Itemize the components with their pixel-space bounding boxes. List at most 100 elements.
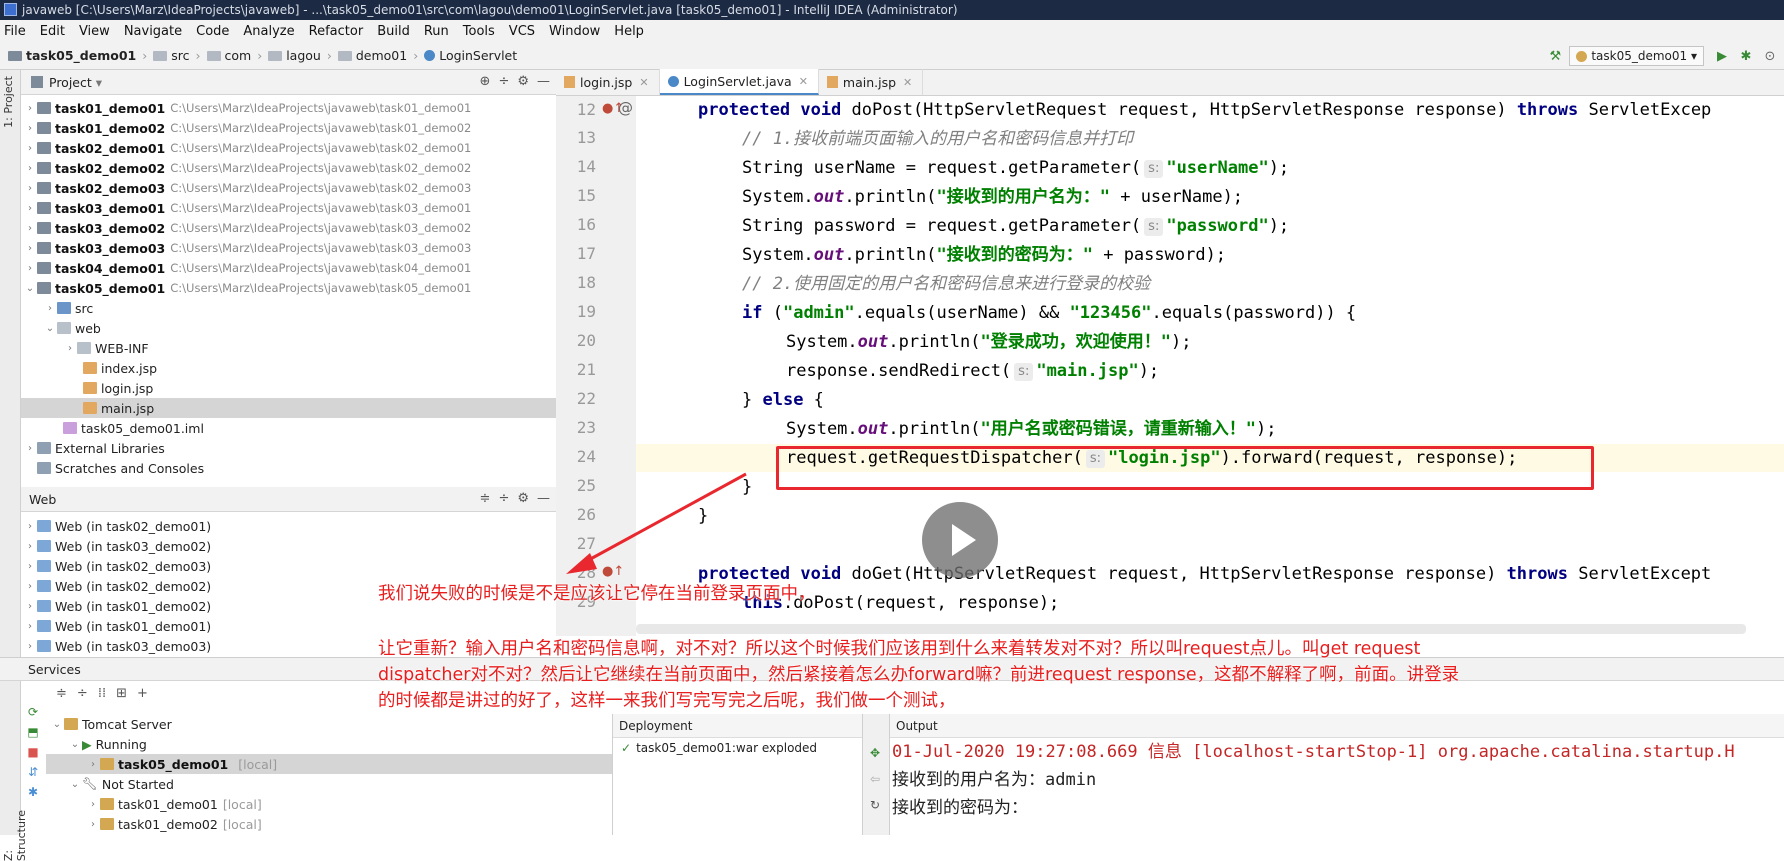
service-item-tomcat[interactable]: ⌄ Tomcat Server <box>46 714 612 734</box>
param-hint: s: <box>1014 363 1034 381</box>
tree-item-module[interactable]: › task01_demo01 C:\Users\Marz\IdeaProjects… <box>21 98 556 118</box>
tree-item-module[interactable]: › task03_demo02 C:\Users\Marz\IdeaProjects… <box>21 218 556 238</box>
tree-item-src[interactable]: › src <box>21 298 556 318</box>
close-icon[interactable]: ✕ <box>639 76 648 89</box>
refresh-icon[interactable]: ↻ <box>870 798 880 812</box>
menu-view[interactable]: View <box>79 24 110 39</box>
breadcrumb-item[interactable]: lagou › <box>268 48 332 63</box>
menu-window[interactable]: Window <box>549 24 600 39</box>
menu-build[interactable]: Build <box>377 24 410 39</box>
collapse-icon[interactable]: ÷ <box>498 491 509 506</box>
expand-all-icon[interactable]: ≑ <box>56 686 67 701</box>
code-line: String userName = request.getParameter(s… <box>742 158 1290 178</box>
stop-icon[interactable]: ■ <box>27 745 38 759</box>
web-icon <box>37 620 51 632</box>
tree-item-module[interactable]: ⌄ task05_demo01 C:\Users\Marz\IdeaProjects… <box>21 278 556 298</box>
editor-gutter: 12 ●↑ @ 13 14 15 16 17 18 19 20 21 22 23… <box>556 96 636 636</box>
web-tree-item[interactable]: › Web (in task02_demo03) <box>21 556 556 576</box>
param-hint: s: <box>1144 160 1164 178</box>
coverage-icon[interactable]: ⊙ <box>1760 46 1780 66</box>
video-play-button[interactable] <box>922 502 998 578</box>
tree-item-module[interactable]: › task02_demo01 C:\Users\Marz\IdeaProjects… <box>21 138 556 158</box>
deployment-item[interactable]: ✓ task05_demo01:war exploded <box>613 738 862 758</box>
menu-vcs[interactable]: VCS <box>509 24 535 39</box>
minimize-icon[interactable]: — <box>537 74 550 89</box>
filter-icon[interactable]: ⊞ <box>116 686 127 701</box>
add-icon[interactable]: + <box>137 686 148 701</box>
menu-refactor[interactable]: Refactor <box>309 24 364 39</box>
update-icon[interactable]: ⇵ <box>28 765 38 779</box>
debug-icon[interactable]: ✱ <box>28 785 38 799</box>
gear-icon[interactable]: ⚙ <box>517 491 529 506</box>
build-hammer-icon[interactable]: ⚒ <box>1545 46 1565 66</box>
tomcat-icon <box>100 798 114 810</box>
breadcrumb-item[interactable]: demo01 › <box>337 48 418 63</box>
service-item-selected[interactable]: › task05_demo01 [local] <box>46 754 612 774</box>
scratches-icon <box>37 462 51 474</box>
project-tool-tab[interactable]: 1: Project <box>2 76 15 128</box>
run-config-select[interactable]: task05_demo01 ▾ <box>1569 46 1704 66</box>
editor-scrollbar[interactable] <box>636 624 1746 634</box>
jsp-file-icon <box>826 76 838 88</box>
breadcrumb-item[interactable]: LoginServlet <box>424 48 517 63</box>
tree-item-module[interactable]: › task01_demo02 C:\Users\Marz\IdeaProjects… <box>21 118 556 138</box>
undeploy-icon[interactable]: ⇦ <box>870 772 880 786</box>
menu-edit[interactable]: Edit <box>40 24 65 39</box>
web-tree-item[interactable]: › Web (in task01_demo01) <box>21 616 556 636</box>
chevron-down-icon[interactable]: ▾ <box>96 75 102 90</box>
tree-item-web[interactable]: ⌄ web <box>21 318 556 338</box>
menu-file[interactable]: File <box>4 24 26 39</box>
gear-icon[interactable]: ⚙ <box>517 74 529 89</box>
service-item-running[interactable]: ⌄ ▶ Running <box>46 734 612 754</box>
deploy-arrow-icon[interactable]: ✥ <box>870 746 880 760</box>
tree-item-module[interactable]: › task03_demo01 C:\Users\Marz\IdeaProjects… <box>21 198 556 218</box>
code-editor[interactable]: protected void doPost(HttpServletRequest… <box>636 96 1784 636</box>
intellij-app-icon <box>4 3 17 16</box>
menu-analyze[interactable]: Analyze <box>243 24 294 39</box>
breadcrumb-item[interactable]: src › <box>153 48 201 63</box>
locate-icon[interactable]: ⊕ <box>480 74 491 89</box>
minimize-icon[interactable]: — <box>537 491 550 506</box>
collapse-icon[interactable]: ÷ <box>498 74 509 89</box>
project-panel-title[interactable]: Project <box>49 75 92 90</box>
module-icon <box>37 262 51 274</box>
collapse-icon[interactable]: ÷ <box>77 686 88 701</box>
tree-item-file[interactable]: task05_demo01.iml <box>21 418 556 438</box>
tab-main-jsp[interactable]: main.jsp ✕ <box>819 69 924 95</box>
breadcrumb-item[interactable]: task05_demo01 › <box>8 48 147 63</box>
menu-navigate[interactable]: Navigate <box>124 24 182 39</box>
breadcrumb-item[interactable]: com › <box>206 48 262 63</box>
tree-item-file[interactable]: index.jsp <box>21 358 556 378</box>
tree-item-module[interactable]: › task03_demo03 C:\Users\Marz\IdeaProjects… <box>21 238 556 258</box>
menu-tools[interactable]: Tools <box>463 24 495 39</box>
service-item[interactable]: › task01_demo02 [local] <box>46 814 612 834</box>
close-icon[interactable]: ✕ <box>903 76 912 89</box>
tree-item-module[interactable]: › task02_demo02 C:\Users\Marz\IdeaProjects… <box>21 158 556 178</box>
menu-run[interactable]: Run <box>424 24 449 39</box>
tree-item-file[interactable]: login.jsp <box>21 378 556 398</box>
menu-code[interactable]: Code <box>196 24 229 39</box>
tree-item-module[interactable]: › task04_demo01 C:\Users\Marz\IdeaProjects… <box>21 258 556 278</box>
rerun-icon[interactable]: ⟳ <box>28 705 38 719</box>
deploy-icon[interactable]: ⬒ <box>27 725 38 739</box>
tree-item-file-selected[interactable]: main.jsp <box>21 398 556 418</box>
debug-icon[interactable]: ✱ <box>1736 46 1756 66</box>
service-item[interactable]: › task01_demo01 [local] <box>46 794 612 814</box>
tree-item-scratches[interactable]: Scratches and Consoles <box>21 458 556 478</box>
group-icon[interactable]: ⁞⁞ <box>98 686 106 701</box>
tree-item-webinf[interactable]: › WEB-INF <box>21 338 556 358</box>
web-tree-item[interactable]: › Web (in task02_demo01) <box>21 516 556 536</box>
tree-item-external-libraries[interactable]: › External Libraries <box>21 438 556 458</box>
override-marker-icon[interactable]: ●↑ <box>602 564 624 579</box>
code-line: String password = request.getParameter(s… <box>742 216 1290 236</box>
service-item-not-started[interactable]: ⌄ 🔧︎ Not Started <box>46 774 612 794</box>
web-tree-item[interactable]: › Web (in task03_demo02) <box>21 536 556 556</box>
close-icon[interactable]: ✕ <box>799 75 808 88</box>
tab-loginservlet-java[interactable]: LoginServlet.java ✕ <box>659 69 819 95</box>
tab-login-jsp[interactable]: login.jsp ✕ <box>556 69 660 95</box>
expand-all-icon[interactable]: ≑ <box>480 491 491 506</box>
tree-item-module[interactable]: › task02_demo03 C:\Users\Marz\IdeaProjects… <box>21 178 556 198</box>
menu-help[interactable]: Help <box>614 24 644 39</box>
run-icon[interactable]: ▶ <box>1712 46 1732 66</box>
project-tree: › task01_demo01 C:\Users\Marz\IdeaProjects… <box>21 96 556 481</box>
